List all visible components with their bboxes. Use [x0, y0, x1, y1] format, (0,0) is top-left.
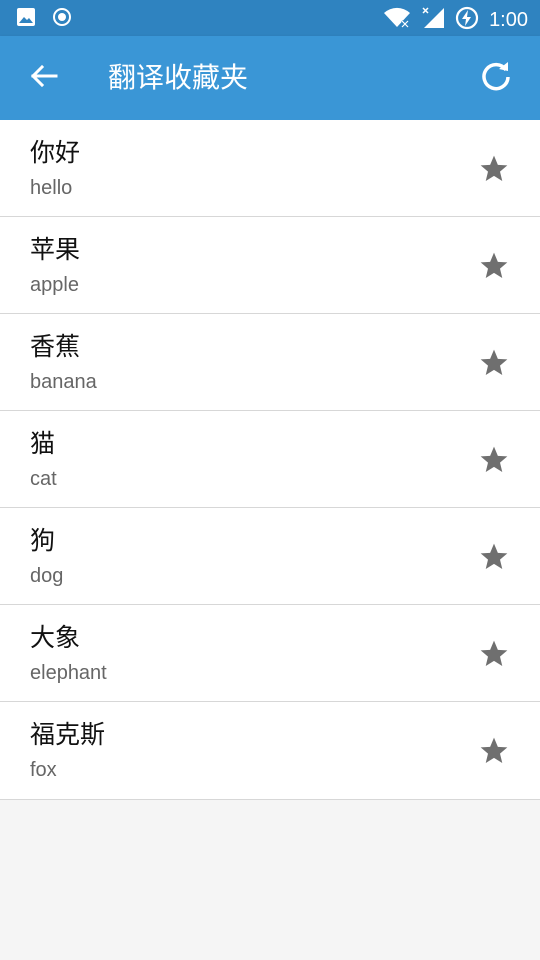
- translation-text: dog: [30, 565, 64, 587]
- favorites-list: 你好 hello 苹果 apple 香蕉 banana 猫 cat 狗 dog 大象 elephant…: [0, 120, 540, 800]
- star-icon[interactable]: [478, 250, 510, 282]
- list-item[interactable]: 香蕉 banana: [0, 314, 540, 411]
- word-text: 大象: [30, 623, 81, 652]
- word-text: 猫: [30, 429, 56, 458]
- refresh-icon: [478, 58, 514, 98]
- star-icon[interactable]: [478, 735, 510, 767]
- list-item[interactable]: 狗 dog: [0, 508, 540, 605]
- star-icon[interactable]: [478, 153, 510, 185]
- word-text: 苹果: [30, 235, 81, 264]
- word-text: 狗: [30, 526, 56, 555]
- image-icon: [16, 7, 36, 31]
- refresh-button[interactable]: [474, 56, 518, 100]
- back-button[interactable]: [24, 58, 64, 98]
- list-item[interactable]: 猫 cat: [0, 411, 540, 508]
- translation-text: fox: [30, 759, 57, 781]
- list-item[interactable]: 大象 elephant: [0, 605, 540, 702]
- star-icon[interactable]: [478, 444, 510, 476]
- app-bar: 翻译收藏夹: [0, 36, 540, 120]
- translation-text: elephant: [30, 662, 107, 684]
- battery-charging-icon: [455, 6, 479, 34]
- page-title: 翻译收藏夹: [108, 61, 249, 94]
- word-text: 香蕉: [30, 332, 81, 361]
- status-time: 1:00: [489, 8, 528, 31]
- translation-text: hello: [30, 177, 73, 199]
- arrow-back-icon: [29, 61, 59, 95]
- word-text: 你好: [30, 138, 81, 167]
- signal-icon: [421, 7, 445, 33]
- list-item[interactable]: 苹果 apple: [0, 217, 540, 314]
- star-icon[interactable]: [478, 638, 510, 670]
- list-item[interactable]: 福克斯 fox: [0, 702, 540, 800]
- wifi-icon: [383, 7, 411, 33]
- status-bar: 1:00: [0, 0, 540, 36]
- star-icon[interactable]: [478, 347, 510, 379]
- word-text: 福克斯: [30, 720, 106, 749]
- translation-text: cat: [30, 468, 57, 490]
- translation-text: banana: [30, 371, 97, 393]
- star-icon[interactable]: [478, 541, 510, 573]
- translation-text: apple: [30, 274, 79, 296]
- record-icon: [52, 7, 72, 31]
- list-item[interactable]: 你好 hello: [0, 120, 540, 217]
